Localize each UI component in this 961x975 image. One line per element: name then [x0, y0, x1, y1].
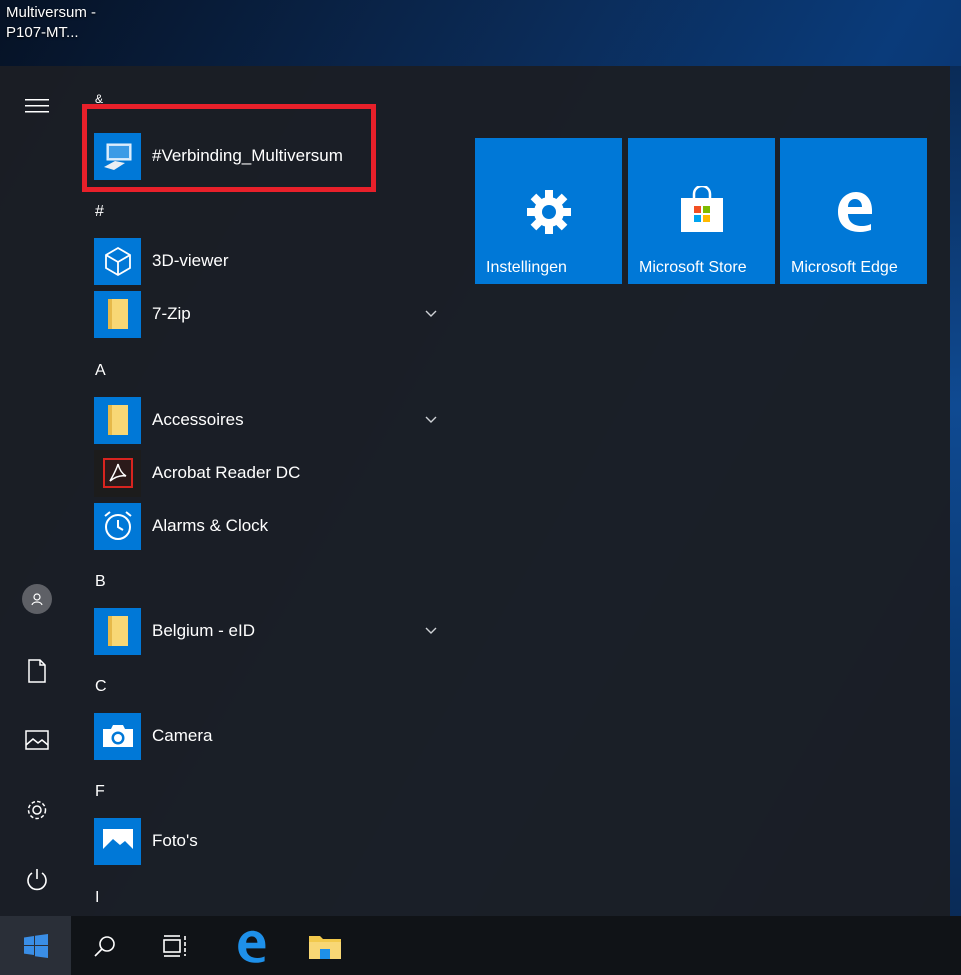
task-view-icon[interactable] — [142, 916, 208, 975]
document-icon[interactable] — [12, 646, 62, 696]
app-name: Accessoires — [152, 410, 244, 429]
tile-microsoft-store[interactable]: Microsoft Store — [628, 138, 775, 284]
user-icon[interactable] — [12, 574, 62, 624]
app-item-acrobat-reader-dc[interactable]: Acrobat Reader DC — [94, 449, 444, 497]
app-item-accessoires[interactable]: Accessoires — [94, 396, 444, 444]
section-letter[interactable]: A — [95, 362, 106, 380]
taskbar — [0, 916, 961, 975]
alarm-clock-icon — [94, 502, 141, 550]
section-letter[interactable]: C — [95, 678, 107, 696]
app-name: 7-Zip — [152, 304, 191, 323]
section-letter[interactable]: # — [95, 203, 104, 221]
app-name: Camera — [152, 726, 213, 745]
folder-icon — [94, 607, 141, 655]
section-letter[interactable]: B — [95, 573, 106, 591]
app-name: Foto's — [152, 831, 198, 850]
highlight-annotation — [82, 104, 376, 192]
store-icon — [680, 186, 723, 232]
chevron-down-icon[interactable] — [424, 412, 438, 426]
hamburger-icon[interactable] — [12, 81, 62, 131]
tile-label: Microsoft Store — [639, 259, 747, 276]
start-rail — [0, 66, 72, 916]
app-name: Belgium - eID — [152, 621, 255, 640]
app-item-3d-viewer[interactable]: 3D-viewer — [94, 237, 444, 285]
tile-label: Microsoft Edge — [791, 259, 898, 276]
desktop-shortcut-label[interactable]: Multiversum - P107-MT... — [6, 3, 116, 43]
section-letter[interactable]: I — [95, 889, 99, 907]
app-name: 3D-viewer — [152, 251, 229, 270]
tile-label: Instellingen — [486, 259, 567, 276]
start-menu: & #Verbinding_Multiversum # 3D-viewer 7-… — [0, 66, 950, 916]
power-icon[interactable] — [12, 855, 62, 905]
cube-icon — [94, 237, 141, 285]
pictures-icon[interactable] — [12, 715, 62, 765]
chevron-down-icon[interactable] — [424, 306, 438, 320]
edge-icon[interactable] — [218, 916, 284, 975]
app-item-camera[interactable]: Camera — [94, 712, 444, 760]
windows-start-icon[interactable] — [0, 916, 71, 975]
gear-icon[interactable] — [12, 785, 62, 835]
camera-icon — [94, 712, 141, 760]
gear-icon — [526, 190, 571, 234]
edge-icon — [837, 192, 872, 232]
folder-icon — [94, 396, 141, 444]
file-explorer-icon[interactable] — [292, 916, 358, 975]
app-name: Alarms & Clock — [152, 516, 269, 535]
app-item-belgium-eid[interactable]: Belgium - eID — [94, 607, 444, 655]
app-item-7-zip[interactable]: 7-Zip — [94, 290, 444, 338]
app-list: & #Verbinding_Multiversum # 3D-viewer 7-… — [80, 66, 450, 916]
chevron-down-icon[interactable] — [424, 623, 438, 637]
folder-icon — [94, 290, 141, 338]
photos-icon — [94, 817, 141, 865]
tile-instellingen[interactable]: Instellingen — [475, 138, 622, 284]
section-letter[interactable]: F — [95, 783, 105, 801]
desktop-edge — [950, 66, 961, 916]
app-item-alarms-clock[interactable]: Alarms & Clock — [94, 502, 444, 550]
app-item-fotos[interactable]: Foto's — [94, 817, 444, 865]
tile-microsoft-edge[interactable]: Microsoft Edge — [780, 138, 927, 284]
acrobat-icon — [94, 449, 141, 497]
search-icon[interactable] — [72, 916, 138, 975]
app-name: Acrobat Reader DC — [152, 463, 301, 482]
